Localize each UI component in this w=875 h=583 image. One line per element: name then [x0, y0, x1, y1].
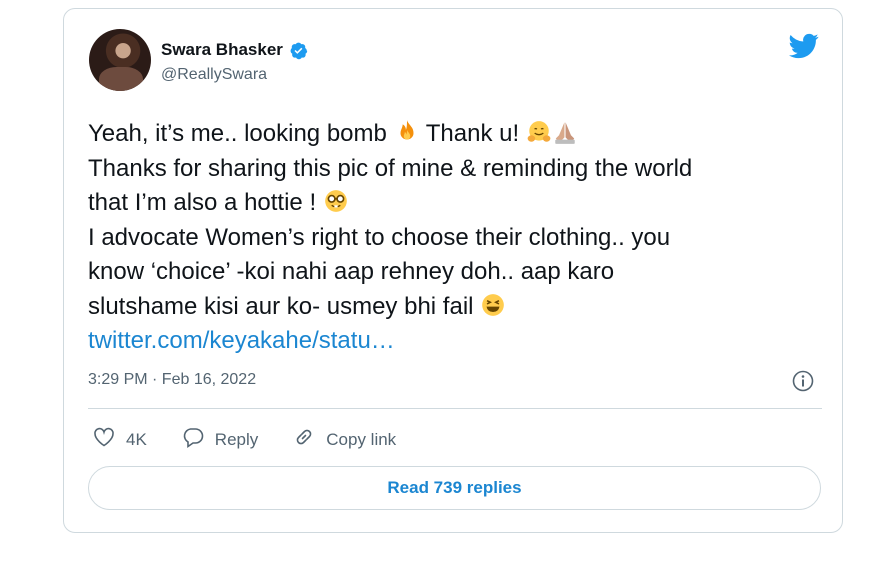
folded-hands-emoji-icon — [552, 119, 578, 145]
reply-button[interactable]: Reply — [181, 425, 258, 454]
tweet-line-2: Thanks for sharing this pic of mine & re… — [88, 154, 693, 182]
tweet-line-1: Yeah, it’s me.. looking bomb Thank u! — [88, 117, 823, 152]
author-row: Swara Bhasker — [161, 40, 308, 60]
tweet-line-6: slutshame kisi aur ko- usmey bhi fail — [88, 290, 823, 325]
tweet-timestamp[interactable]: 3:29 PM · Feb 16, 2022 — [88, 371, 256, 389]
reply-label: Reply — [214, 429, 259, 449]
tweet-line-3: that I’m also a hottie ! — [88, 186, 823, 221]
info-icon[interactable] — [791, 369, 815, 393]
tweet-text: Yeah, it’s me.. looking bomb Thank u! Th… — [88, 117, 823, 359]
tweet-line-5: know ‘choice’ -koi nahi aap rehney doh..… — [88, 258, 615, 285]
tweet-text-segment: slutshame kisi aur ko- usmey bhi fail — [88, 292, 481, 320]
laughing-face-emoji-icon — [480, 292, 506, 318]
reply-bubble-icon — [181, 425, 205, 454]
like-button[interactable]: 4K — [92, 425, 147, 454]
action-bar: 4K Reply Copy link — [92, 425, 430, 454]
tweet-text-segment: Thank u! — [419, 120, 526, 147]
author-handle[interactable]: @ReallySwara — [161, 66, 267, 84]
link-chain-icon — [292, 425, 316, 454]
twitter-bird-icon[interactable] — [786, 31, 822, 61]
copy-link-label: Copy link — [326, 429, 397, 449]
verified-badge-icon — [289, 41, 308, 60]
nerd-face-emoji-icon — [323, 188, 349, 214]
author-name[interactable]: Swara Bhasker — [161, 40, 283, 60]
tweet-text-segment: that I’m also a hottie ! — [88, 189, 323, 216]
heart-icon — [92, 425, 116, 454]
tweet-card: Swara Bhasker @ReallySwara Yeah, it’s me… — [63, 8, 843, 533]
avatar[interactable] — [89, 29, 151, 91]
fire-emoji-icon — [394, 119, 420, 145]
copy-link-button[interactable]: Copy link — [292, 425, 396, 454]
divider — [88, 408, 822, 409]
read-replies-button[interactable]: Read 739 replies — [88, 466, 821, 510]
tweet-link[interactable]: twitter.com/keyakahe/statu… — [88, 324, 823, 359]
tweet-line-4: I advocate Women’s right to choose their… — [88, 223, 671, 251]
hugging-face-emoji-icon — [526, 119, 552, 145]
like-count: 4K — [126, 429, 147, 449]
tweet-text-segment: Yeah, it’s me.. looking bomb — [88, 120, 394, 147]
